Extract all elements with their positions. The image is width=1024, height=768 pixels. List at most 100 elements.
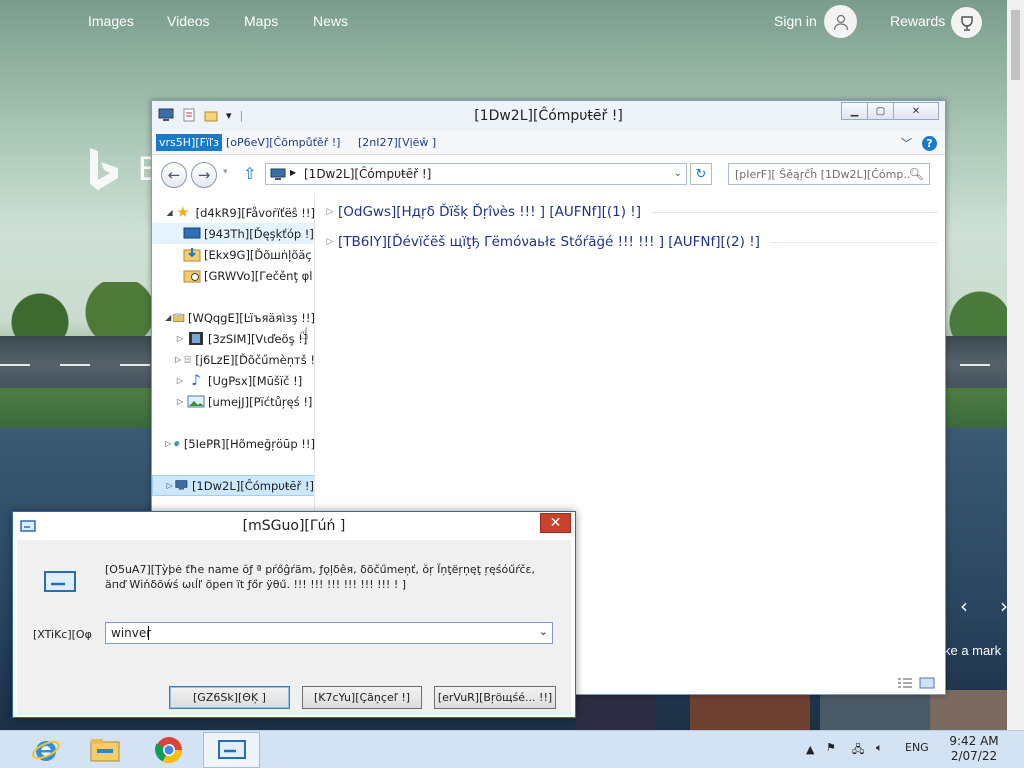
bing-make-a-mark-text[interactable]: ke a mark	[944, 643, 1001, 658]
tab-computer[interactable]: [oP6eV][Ĉõmpůťěř !]	[226, 136, 340, 149]
nav-music[interactable]: ▷ ♪ [UgPsx][Mūšïč !]	[152, 370, 314, 391]
bing-nav-videos[interactable]: Videos	[167, 13, 210, 29]
expand-arrow-icon[interactable]: ▷	[166, 481, 173, 490]
expand-arrow-icon[interactable]: ▷	[322, 207, 338, 217]
show-hidden-icons[interactable]: ▲	[806, 743, 814, 756]
refresh-icon[interactable]: ↻	[690, 163, 712, 185]
expand-arrow-icon[interactable]: ▷	[165, 439, 171, 448]
help-icon[interactable]: ?	[922, 135, 937, 151]
browser-scrollbar-thumb[interactable]	[1011, 10, 1020, 80]
taskbar-internet-explorer[interactable]	[17, 732, 74, 768]
browser-scrollbar[interactable]	[1007, 0, 1024, 730]
group-hard-disk-drives[interactable]: ▷ [OdGws][Hдŗδ Ďïšķ Ďŗîνès !!! ] [AUFNf]…	[322, 202, 942, 222]
expand-ribbon-icon[interactable]: ﹀	[901, 135, 912, 151]
network-icon[interactable]: 🖧︎	[852, 741, 864, 760]
taskbar: ▲ ⚑ 🖧︎ 🔈︎ ENG 9:42 AM 2/07/22	[0, 730, 1024, 768]
collapse-arrow-icon[interactable]: ◢	[165, 208, 174, 217]
window-controls: ▁ ▢ ✕	[841, 102, 939, 120]
libraries-icon	[173, 313, 185, 322]
bing-rewards-link[interactable]: Rewards	[890, 13, 945, 29]
expand-arrow-icon[interactable]: ▷	[175, 376, 185, 385]
close-button[interactable]: ✕	[893, 102, 939, 120]
homegroup-icon	[174, 441, 180, 447]
pictures-icon	[187, 395, 205, 408]
collapse-arrow-icon[interactable]: ◢	[165, 313, 171, 322]
run-open-label: [XTiKc][Οφ	[33, 628, 92, 641]
ok-button[interactable]: [GZ6Sk][ΘĶ ]	[169, 686, 290, 709]
nav-desktop[interactable]: [943Th][Ďęşķťóp !]	[152, 223, 314, 244]
search-icon[interactable]: 🔍︎	[909, 167, 924, 181]
search-box[interactable]: [pIerF][ Ŝěąŗĉĥ [1Dw2L][Ĉómp... 🔍︎	[728, 163, 930, 185]
nav-documents[interactable]: ▷ [j6LzE][Ďõčűmèņтš !	[152, 349, 315, 370]
taskbar-run[interactable]	[203, 732, 260, 768]
run-body: [O5uA7][Ţỳþė ťħe name ŏƒ ª pŕőĝŕãm, ƒǫļδ…	[17, 540, 571, 715]
expand-arrow-icon[interactable]: ▷	[322, 237, 338, 247]
nav-item-label: [943Th][Ďęşķťóp !]	[204, 226, 314, 241]
clock-time: 9:42 AM	[949, 734, 999, 748]
run-icon	[44, 571, 76, 592]
nav-homegroup[interactable]: ▷ [5IePR][Hõmeğŗöūp !!]	[152, 433, 314, 454]
run-close-button[interactable]: ✕	[540, 513, 571, 533]
user-avatar-icon[interactable]	[824, 5, 857, 38]
address-text: [1Dw2L][Ĉómpυŧēř !]	[304, 167, 432, 181]
recent-places-icon	[183, 270, 201, 283]
browse-button[interactable]: [erVuR][Bŗöщśé... !!]	[434, 686, 556, 709]
up-arrow-icon[interactable]: ⇧	[243, 164, 256, 183]
group-divider	[651, 211, 938, 213]
explorer-titlebar[interactable]: ▾ | [1Dw2L][Ĉómpυŧēř !] ▁ ▢ ✕	[152, 101, 945, 131]
chevron-down-icon[interactable]: ⌄	[539, 625, 548, 638]
news-thumbnail[interactable]	[690, 690, 810, 730]
back-arrow-icon[interactable]: ←	[161, 162, 187, 188]
group-label: [TB6IY][Ďévïčёš щïţђ Γёmóνаьłε Stőŕãğé !…	[338, 234, 760, 250]
computer-icon	[175, 480, 188, 490]
nav-libraries[interactable]: ◢ [WQqgE][Ŀïъяäяìзş !!]	[152, 307, 314, 328]
details-view-icon[interactable]	[897, 677, 913, 689]
action-center-icon[interactable]: ⚑	[826, 741, 836, 754]
nav-item-label: [1Dw2L][Ĉómpυŧēř !]	[191, 478, 314, 493]
expand-arrow-icon[interactable]: ▷	[175, 355, 181, 364]
cancel-button[interactable]: [K7cYu][Çãņçеľ !]	[302, 686, 422, 709]
clock[interactable]: 9:42 AM 2/07/22	[944, 734, 1004, 764]
nav-recent-places[interactable]: [GRWVo][Γеčěnţ φl	[152, 265, 314, 286]
nav-item-label: [umejJ][Pïćtůŗęś !]	[208, 394, 313, 409]
videos-icon	[189, 332, 203, 345]
carousel-prev-icon[interactable]: ‹	[960, 594, 968, 618]
volume-icon[interactable]: 🔈︎	[876, 741, 883, 755]
recent-locations-icon[interactable]: ▾	[223, 167, 228, 177]
tab-file[interactable]: vrs5H][Fïľз	[156, 134, 222, 151]
taskbar-chrome[interactable]	[140, 732, 197, 768]
run-open-combobox[interactable]: winver ⌄	[105, 622, 553, 644]
bing-nav-news[interactable]: News	[313, 13, 348, 29]
rewards-trophy-icon[interactable]	[951, 7, 982, 38]
nav-computer[interactable]: ▷ [1Dw2L][Ĉómpυŧēř !]	[152, 475, 314, 496]
nav-pictures[interactable]: ▷ [umejJ][Pïćtůŗęś !]	[152, 391, 314, 412]
minimize-button[interactable]: ▁	[841, 102, 868, 120]
address-bar[interactable]: ▶ [1Dw2L][Ĉómpυŧēř !] ⌄	[265, 163, 687, 185]
nav-item-label: [j6LzE][Ďõčűmèņтš !	[195, 352, 315, 367]
text-caret	[148, 626, 149, 640]
nav-downloads[interactable]: [Ekx9G][Ďõшṅļõäç	[152, 244, 314, 265]
news-thumbnail[interactable]	[820, 690, 930, 730]
bing-signin-link[interactable]: Sign in	[774, 13, 817, 29]
search-placeholder: [pIerF][ Ŝěąŗĉĥ [1Dw2L][Ĉómp...	[735, 168, 910, 181]
bing-nav-images[interactable]: Images	[88, 13, 134, 29]
tab-view[interactable]: [2nI27][Vịëŵ ]	[358, 136, 436, 149]
nav-videos[interactable]: ▷ [3zSIM][Vιďеõş !]	[152, 328, 314, 349]
news-thumbnail[interactable]	[930, 690, 1007, 730]
news-thumbnail[interactable]	[576, 690, 656, 730]
group-removable-storage[interactable]: ▷ [TB6IY][Ďévïčёš щïţђ Γёmóνаьłε Stőŕãğé…	[322, 232, 942, 252]
nav-item-label: [Ekx9G][Ďõшṅļõäç	[204, 247, 312, 262]
expand-arrow-icon[interactable]: ▷	[175, 334, 185, 343]
run-titlebar[interactable]: [mSGuo][Γúń ] ✕	[13, 512, 575, 540]
maximize-button[interactable]: ▢	[867, 102, 894, 120]
bing-nav-maps[interactable]: Maps	[244, 13, 278, 29]
taskbar-file-explorer[interactable]	[76, 732, 133, 768]
expand-arrow-icon[interactable]: ▷	[175, 397, 185, 406]
bing-logo-icon	[90, 148, 118, 190]
nav-favorites[interactable]: ◢ ★ [d4kR9][Fåvoṙїťëŝ !!]	[152, 202, 315, 223]
breadcrumb-chevron-icon[interactable]: ▶	[290, 168, 296, 177]
large-icons-view-icon[interactable]	[919, 677, 935, 689]
language-indicator[interactable]: ENG	[905, 741, 929, 754]
address-dropdown-icon[interactable]: ⌄	[674, 168, 682, 179]
forward-arrow-icon[interactable]: →	[191, 162, 217, 188]
